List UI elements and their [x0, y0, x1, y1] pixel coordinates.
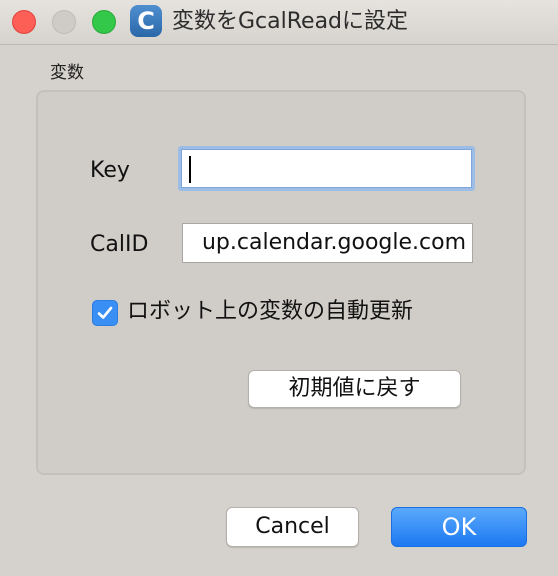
maximize-window-button[interactable]	[92, 10, 116, 34]
close-window-button[interactable]	[12, 10, 36, 34]
group-label: 変数	[50, 63, 84, 83]
title-bar: C 変数をGcalReadに設定	[0, 0, 558, 45]
key-input[interactable]	[181, 149, 472, 188]
calid-label: CalID	[90, 232, 149, 257]
calid-input-value: up.calendar.google.com	[201, 230, 466, 255]
ok-button[interactable]: OK	[391, 507, 527, 547]
calid-input[interactable]: up.calendar.google.com	[182, 223, 473, 263]
checkmark-icon	[97, 306, 113, 319]
text-caret	[189, 156, 191, 183]
minimize-window-button[interactable]	[52, 10, 76, 34]
dialog-window: C 変数をGcalReadに設定 変数 Key CalID up.calenda…	[0, 0, 558, 576]
reset-to-default-button[interactable]: 初期値に戻す	[248, 370, 461, 408]
app-icon: C	[130, 5, 162, 37]
key-label: Key	[90, 158, 130, 183]
cancel-button[interactable]: Cancel	[226, 507, 359, 547]
key-input-focus-ring	[178, 146, 475, 191]
auto-update-checkbox-label[interactable]: ロボット上の変数の自動更新	[127, 297, 413, 327]
auto-update-checkbox[interactable]	[92, 300, 118, 326]
window-title: 変数をGcalReadに設定	[172, 9, 409, 34]
